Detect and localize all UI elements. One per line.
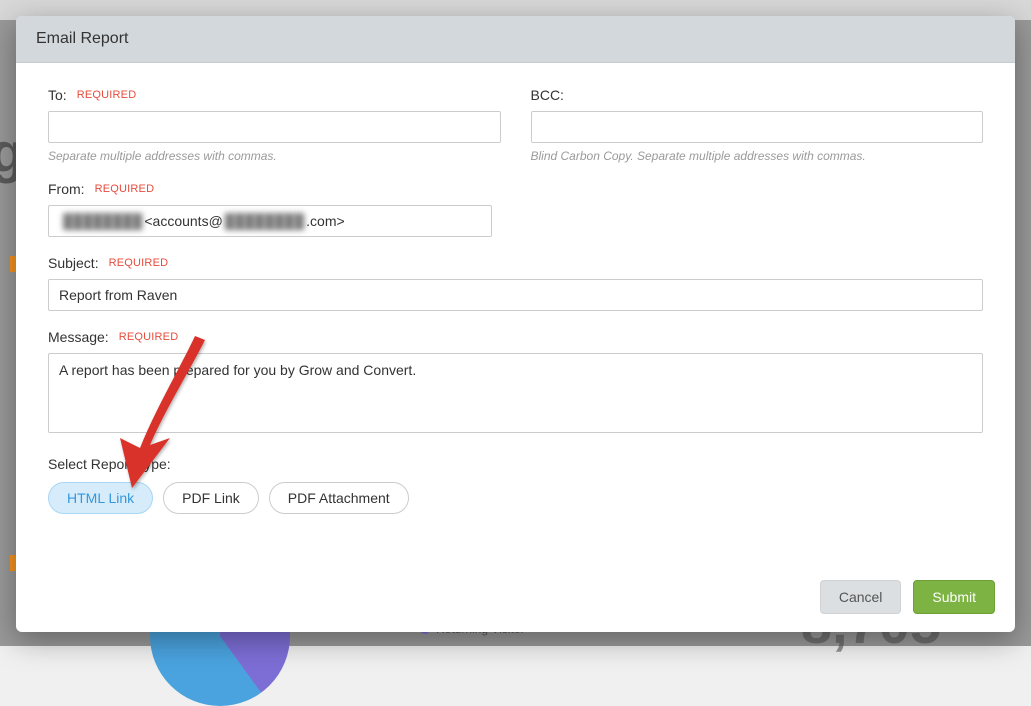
message-field-group: Message: REQUIRED xyxy=(48,329,983,438)
from-domain-redacted: ████████ xyxy=(225,213,304,229)
cancel-button[interactable]: Cancel xyxy=(820,580,902,614)
to-label: To: REQUIRED xyxy=(48,87,501,103)
subject-field-group: Subject: REQUIRED xyxy=(48,255,983,311)
from-input[interactable]: ████████ <accounts@████████.com> xyxy=(48,205,492,237)
bcc-input[interactable] xyxy=(531,111,984,143)
to-input[interactable] xyxy=(48,111,501,143)
required-badge: REQUIRED xyxy=(77,89,137,101)
report-type-group: Select Report Type: HTML Link PDF Link P… xyxy=(48,456,983,514)
submit-button[interactable]: Submit xyxy=(913,580,995,614)
required-badge: REQUIRED xyxy=(119,331,179,343)
from-field-group: From: REQUIRED ████████ <accounts@██████… xyxy=(48,181,983,237)
bcc-label: BCC: xyxy=(531,87,984,103)
to-field-group: To: REQUIRED Separate multiple addresses… xyxy=(48,87,501,163)
report-type-options: HTML Link PDF Link PDF Attachment xyxy=(48,482,983,514)
required-badge: REQUIRED xyxy=(95,183,155,195)
to-help: Separate multiple addresses with commas. xyxy=(48,149,501,163)
modal-title: Email Report xyxy=(36,30,995,48)
email-report-modal: Email Report To: REQUIRED Separate multi… xyxy=(16,16,1015,632)
message-textarea[interactable] xyxy=(48,353,983,433)
report-type-label: Select Report Type: xyxy=(48,456,983,472)
report-type-pdf-attachment[interactable]: PDF Attachment xyxy=(269,482,409,514)
from-name-redacted: ████████ xyxy=(63,213,142,229)
report-type-pdf-link[interactable]: PDF Link xyxy=(163,482,259,514)
modal-footer: Cancel Submit xyxy=(16,566,1015,632)
from-label: From: REQUIRED xyxy=(48,181,983,197)
modal-body: To: REQUIRED Separate multiple addresses… xyxy=(16,63,1015,566)
from-visible-suffix: .com> xyxy=(306,213,345,229)
bcc-field-group: BCC: Blind Carbon Copy. Separate multipl… xyxy=(531,87,984,163)
from-visible-prefix: <accounts@ xyxy=(144,213,222,229)
bcc-help: Blind Carbon Copy. Separate multiple add… xyxy=(531,149,984,163)
message-label: Message: REQUIRED xyxy=(48,329,983,345)
report-type-html-link[interactable]: HTML Link xyxy=(48,482,153,514)
required-badge: REQUIRED xyxy=(109,257,169,269)
modal-header: Email Report xyxy=(16,16,1015,63)
subject-label: Subject: REQUIRED xyxy=(48,255,983,271)
subject-input[interactable] xyxy=(48,279,983,311)
